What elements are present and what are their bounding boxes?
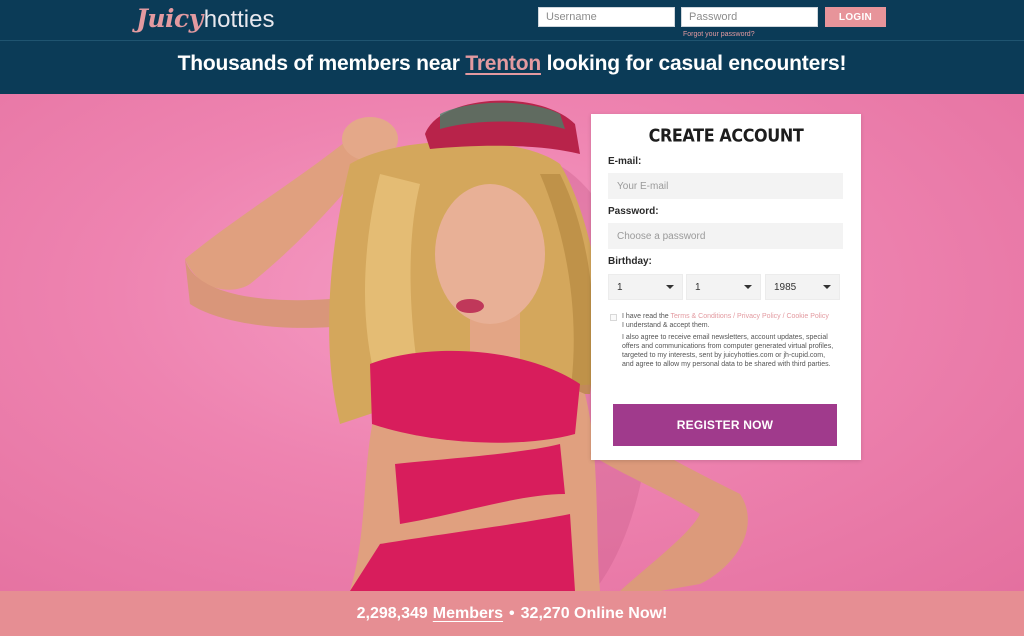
chevron-down-icon (666, 285, 674, 289)
birthday-day-select[interactable]: 1 (608, 274, 683, 300)
hero-background (0, 94, 1024, 591)
headline-city-link[interactable]: Trenton (465, 52, 541, 75)
chevron-down-icon (744, 285, 752, 289)
create-account-form: CREATE ACCOUNT E-mail: Password: Birthda… (591, 114, 861, 460)
logo-juicy-text: Juicy (136, 4, 203, 33)
birthday-month-select[interactable]: 1 (686, 274, 761, 300)
email-field[interactable] (608, 173, 843, 199)
email-label: E-mail: (608, 156, 642, 167)
terms-text: I have read the Terms & Conditions / Pri… (622, 312, 837, 372)
birthday-day-value: 1 (617, 281, 623, 293)
login-password-input[interactable] (681, 7, 818, 27)
birthday-year-value: 1985 (774, 281, 797, 293)
headline: Thousands of members near Trenton lookin… (0, 52, 1024, 76)
form-title: CREATE ACCOUNT (648, 125, 804, 146)
birthday-label: Birthday: (608, 256, 652, 267)
chevron-down-icon (823, 285, 831, 289)
headline-suffix: looking for casual encounters! (540, 52, 847, 75)
members-count: 2,298,349 (356, 604, 428, 622)
login-username-input[interactable] (538, 7, 675, 27)
header-divider (0, 40, 1024, 41)
terms-checkbox[interactable] (610, 314, 617, 321)
birthday-month-value: 1 (695, 281, 701, 293)
birthday-year-select[interactable]: 1985 (765, 274, 840, 300)
register-button[interactable]: REGISTER NOW (613, 404, 837, 446)
password-field[interactable] (608, 223, 843, 249)
terms-prefix: I have read the (622, 313, 671, 320)
terms-link[interactable]: Terms & Conditions / Privacy Policy / Co… (671, 313, 829, 320)
headline-prefix: Thousands of members near (177, 52, 466, 75)
site-logo[interactable]: Juicy hotties (136, 4, 274, 36)
password-label: Password: (608, 206, 659, 217)
logo-hotties-text: hotties (203, 6, 275, 33)
terms-accept: I understand & accept them. (622, 322, 710, 329)
members-link[interactable]: Members (433, 605, 503, 623)
hero-model-photo (185, 100, 748, 591)
member-stats-bar: 2,298,349 Members • 32,270 Online Now! (0, 591, 1024, 636)
online-count: 32,270 Online Now! (520, 604, 668, 622)
login-button[interactable]: LOGIN (825, 7, 886, 27)
stats-separator: • (509, 604, 515, 622)
site-header: Juicy hotties LOGIN Forgot your password… (0, 0, 1024, 94)
bottom-strip (0, 636, 1024, 640)
terms-consent: I also agree to receive email newsletter… (622, 334, 834, 368)
forgot-password-link[interactable]: Forgot your password? (683, 31, 755, 38)
